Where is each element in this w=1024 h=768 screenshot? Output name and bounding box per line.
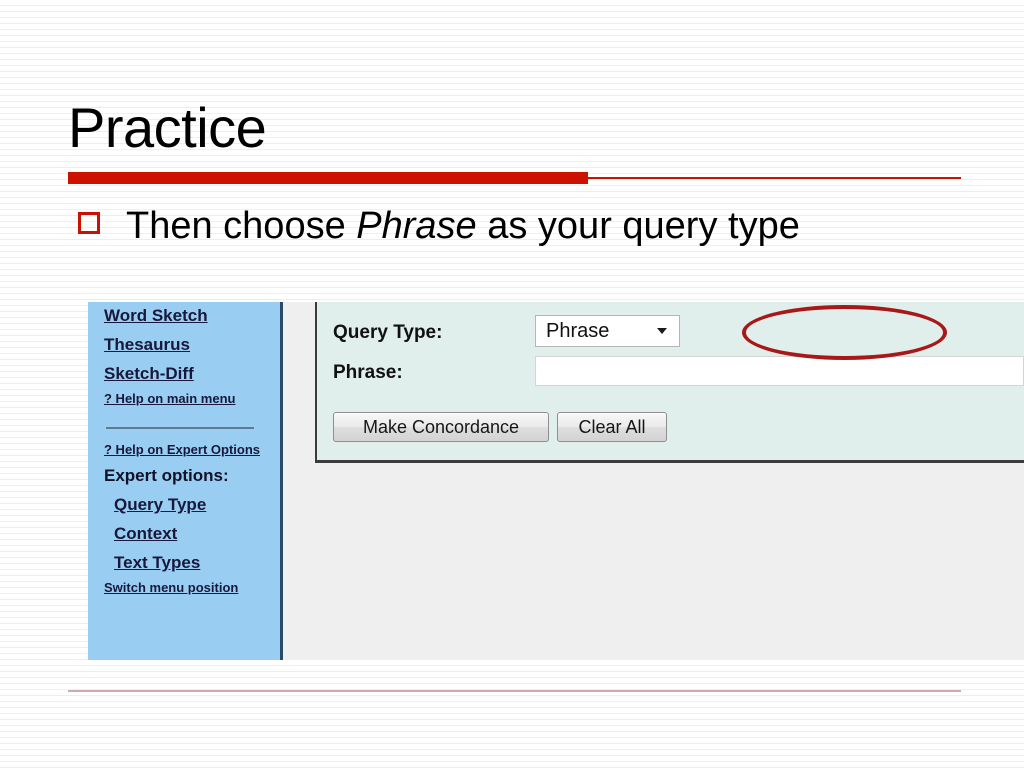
query-type-selected-value: Phrase	[546, 319, 610, 342]
bullet-text-before: Then choose	[126, 205, 357, 247]
bullet-item: Then choose Phrase as your query type	[78, 200, 958, 252]
phrase-input[interactable]	[535, 356, 1024, 386]
sidebar-item-text-types[interactable]: Text Types	[114, 548, 280, 577]
bullet-text-after: as your query type	[476, 205, 800, 247]
sidebar-item-query-type[interactable]: Query Type	[114, 490, 280, 519]
bullet-text-emphasis: Phrase	[356, 205, 477, 247]
sidebar-item-context[interactable]: Context	[114, 519, 280, 548]
bullet-square-icon	[78, 212, 100, 234]
footer-rule	[68, 690, 961, 692]
sidebar-expert-options-heading: Expert options:	[104, 466, 229, 485]
query-type-label: Query Type:	[333, 322, 443, 343]
title-rule-thick	[68, 172, 588, 184]
sidebar-divider	[106, 427, 254, 429]
query-form-panel: Query Type: Phrase Phrase: Make Concorda…	[315, 302, 1024, 463]
sidebar-item-sketch-diff[interactable]: Sketch-Diff	[104, 359, 280, 388]
bullet-text: Then choose Phrase as your query type	[126, 200, 800, 252]
clear-all-button[interactable]: Clear All	[557, 412, 667, 442]
title-rule-thin	[588, 177, 961, 179]
chevron-down-icon	[657, 328, 667, 334]
phrase-label: Phrase:	[333, 362, 403, 383]
make-concordance-button[interactable]: Make Concordance	[333, 412, 549, 442]
sidebar-item-word-sketch[interactable]: Word Sketch	[104, 302, 280, 330]
embedded-app-screenshot: Word List Word Sketch Thesaurus Sketch-D…	[88, 302, 1024, 660]
query-type-select[interactable]: Phrase	[535, 315, 680, 347]
sidebar-item-thesaurus[interactable]: Thesaurus	[104, 330, 280, 359]
sidebar-help-main-menu[interactable]: ? Help on main menu	[104, 388, 280, 410]
app-sidebar: Word List Word Sketch Thesaurus Sketch-D…	[88, 302, 283, 660]
sidebar-help-expert-options[interactable]: ? Help on Expert Options	[104, 439, 280, 461]
sidebar-switch-menu-position[interactable]: Switch menu position	[104, 577, 280, 599]
title-block: Practice	[68, 96, 968, 160]
highlight-ellipse-annotation	[742, 305, 947, 360]
page-title: Practice	[68, 96, 267, 159]
